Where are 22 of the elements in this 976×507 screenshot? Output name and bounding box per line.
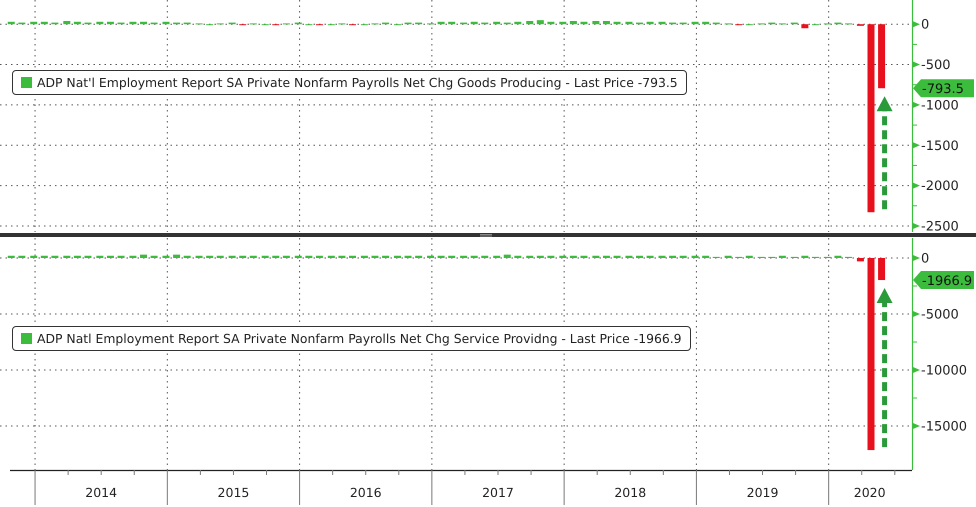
axis-label: -1500 xyxy=(921,138,959,154)
axis-label: 0 xyxy=(921,18,930,33)
last-price-tag: -1966.9 xyxy=(913,271,974,290)
axis-label: 2019 xyxy=(746,485,778,500)
axis-label: 2018 xyxy=(614,485,646,500)
axis-label: 2015 xyxy=(218,485,250,500)
legend-label: ADP Natl Employment Report SA Private Nonfarm Payrolls Net Chg Service Providng - Last Price -1966.9 xyxy=(37,331,682,346)
axis-label: -15000 xyxy=(921,420,968,434)
legend-label: ADP Nat'l Employment Report SA Private Nonfarm Payrolls Net Chg Goods Producing - Last Price -793.5 xyxy=(37,75,678,90)
last-price-tag: -793.5 xyxy=(913,79,974,98)
axis-label: -10000 xyxy=(921,364,968,378)
axis-label: 2020 xyxy=(854,485,886,500)
axis-label: -2000 xyxy=(921,179,959,194)
axis-label: -5000 xyxy=(921,308,959,322)
axis-label: 0 xyxy=(921,252,930,266)
resize-grip-icon[interactable] xyxy=(480,233,492,237)
axis-label: -2500 xyxy=(921,219,959,232)
axis-label: 2014 xyxy=(85,485,118,500)
axis-label: 2016 xyxy=(350,485,382,500)
axis-label: -500 xyxy=(921,58,951,74)
axis-label: -1000 xyxy=(921,98,959,114)
axis-label: 2017 xyxy=(482,485,514,500)
